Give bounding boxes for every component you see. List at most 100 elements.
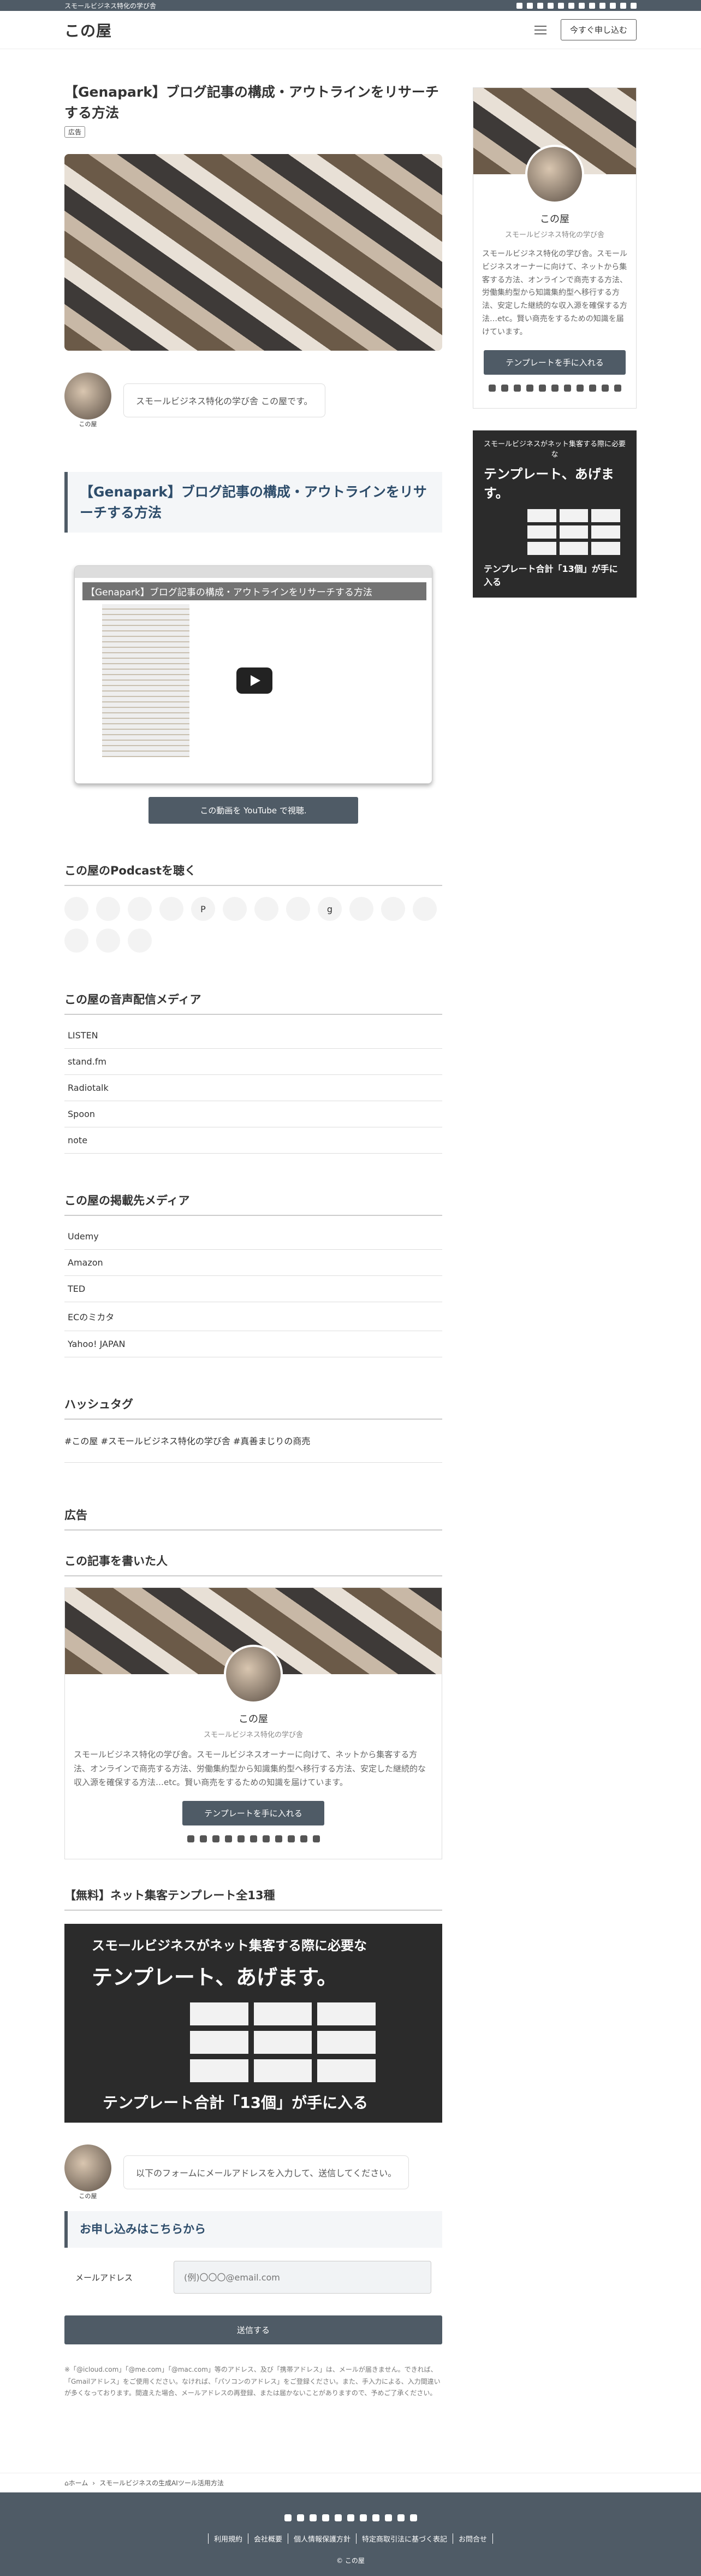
- get-template-button[interactable]: テンプレートを手に入れる: [182, 1800, 324, 1825]
- email-label: メールアドレス: [75, 2272, 133, 2283]
- watch-on-youtube-button[interactable]: この動画を YouTube で視聴.: [148, 797, 358, 824]
- overcast-icon[interactable]: [381, 897, 405, 921]
- instagram-icon[interactable]: [513, 384, 521, 392]
- facebook-icon[interactable]: [334, 2514, 342, 2521]
- facebook-icon[interactable]: [237, 1835, 245, 1842]
- instagram-icon[interactable]: [309, 2514, 317, 2521]
- hamburger-menu-icon[interactable]: [534, 25, 546, 34]
- feedly-icon[interactable]: [488, 384, 496, 392]
- spotify-icon[interactable]: [300, 1835, 307, 1842]
- hashtag-list[interactable]: #この屋 #スモールビジネス特化の学び舎 #真善まじりの商売: [64, 1434, 442, 1463]
- email-field[interactable]: [174, 2261, 431, 2294]
- feedly-icon[interactable]: [516, 2, 522, 9]
- x-icon[interactable]: [322, 2514, 329, 2521]
- iheartradio-icon[interactable]: [223, 897, 247, 921]
- video-title[interactable]: 【Genapark】ブログ記事の構成・アウトラインをリサーチする方法: [82, 582, 426, 600]
- instagram-icon[interactable]: [212, 1835, 219, 1842]
- spotify-icon[interactable]: [397, 2514, 405, 2521]
- spotify-icon[interactable]: [601, 384, 609, 392]
- rss-icon[interactable]: [128, 929, 152, 953]
- apple-podcasts-icon[interactable]: [64, 897, 88, 921]
- tiktok-icon[interactable]: [249, 1835, 257, 1842]
- feedly-icon[interactable]: [187, 1835, 194, 1842]
- note-icon[interactable]: [287, 1835, 295, 1842]
- podcast-icon[interactable]: [576, 384, 584, 392]
- breadcrumb-home[interactable]: ホーム: [69, 2478, 88, 2488]
- top-bar: スモールビジネス特化の学び舎: [0, 0, 701, 11]
- castro-icon[interactable]: [254, 897, 278, 921]
- goodpods-icon[interactable]: g: [318, 897, 342, 921]
- publish-media-list: Udemy Amazon TED ECのミカタ Yahoo! JAPAN: [64, 1224, 442, 1357]
- threads-icon[interactable]: [614, 384, 621, 392]
- pinterest-icon[interactable]: [563, 384, 571, 392]
- footer-link[interactable]: 会社概要: [247, 2533, 288, 2544]
- podbean-icon[interactable]: P: [191, 897, 215, 921]
- list-item[interactable]: Spoon: [64, 1101, 442, 1127]
- play-button-icon[interactable]: [236, 667, 272, 694]
- x-icon[interactable]: [526, 384, 533, 392]
- tiktok-icon[interactable]: [347, 2514, 354, 2521]
- pocket-casts-icon[interactable]: [286, 897, 310, 921]
- tiktok-icon[interactable]: [568, 2, 574, 9]
- search-icon[interactable]: [631, 2, 637, 9]
- list-item[interactable]: LISTEN: [64, 1023, 442, 1049]
- section-heading: 【Genapark】ブログ記事の構成・アウトラインをリサーチする方法: [64, 472, 442, 533]
- list-item[interactable]: TED: [64, 1276, 442, 1302]
- home-icon[interactable]: ⌂: [64, 2479, 69, 2487]
- x-icon[interactable]: [224, 1835, 232, 1842]
- list-item[interactable]: stand.fm: [64, 1049, 442, 1075]
- note-icon[interactable]: [589, 384, 596, 392]
- youtube-icon[interactable]: [527, 2, 533, 9]
- facebook-icon[interactable]: [538, 384, 546, 392]
- ad-heading: 広告: [64, 1506, 442, 1531]
- list-item[interactable]: Udemy: [64, 1224, 442, 1250]
- pinterest-icon[interactable]: [579, 2, 585, 9]
- podcast-icon[interactable]: [372, 2514, 379, 2521]
- youtube-embed[interactable]: 【Genapark】ブログ記事の構成・アウトラインをリサーチする方法: [74, 565, 432, 784]
- podcast-icon[interactable]: [275, 1835, 282, 1842]
- breadcrumb-current[interactable]: スモールビジネスの生成AIツール活用方法: [99, 2478, 224, 2488]
- amazon-music-icon[interactable]: [128, 897, 152, 921]
- footer-link[interactable]: 利用規約: [207, 2533, 248, 2544]
- apply-now-button[interactable]: 今すぐ申し込む: [560, 19, 637, 40]
- sidebar-template-banner[interactable]: スモールビジネスがネット集客する際に必要な テンプレート、あげます。 テンプレー…: [473, 430, 637, 598]
- podchaser-icon[interactable]: [64, 929, 88, 953]
- spotify-icon[interactable]: [610, 2, 616, 9]
- site-logo[interactable]: この屋: [64, 19, 112, 41]
- footer-link[interactable]: 個人情報保護方針: [287, 2533, 356, 2544]
- tiktok-icon[interactable]: [551, 384, 559, 392]
- threads-icon[interactable]: [409, 2514, 417, 2521]
- instagram-icon[interactable]: [537, 2, 543, 9]
- threads-icon[interactable]: [312, 1835, 320, 1842]
- template-banner[interactable]: スモールビジネスがネット集客する際に必要な テンプレート、あげます。 テンプレー…: [64, 1923, 442, 2123]
- pinterest-icon[interactable]: [262, 1835, 270, 1842]
- podcast-addict-icon[interactable]: [349, 897, 373, 921]
- youtube-music-icon[interactable]: [96, 929, 120, 953]
- youtube-icon[interactable]: [199, 1835, 207, 1842]
- facebook-icon[interactable]: [558, 2, 564, 9]
- list-item[interactable]: note: [64, 1127, 442, 1154]
- x-icon[interactable]: [548, 2, 554, 9]
- footer-link[interactable]: お問合せ: [453, 2533, 494, 2544]
- list-item[interactable]: Radiotalk: [64, 1075, 442, 1101]
- submit-button[interactable]: 送信する: [64, 2315, 442, 2344]
- site-tagline: スモールビジネス特化の学び舎: [64, 2, 157, 10]
- podcast-icon[interactable]: [589, 2, 595, 9]
- castbox-icon[interactable]: [159, 897, 183, 921]
- note-icon[interactable]: [384, 2514, 392, 2521]
- feedly-icon[interactable]: [284, 2514, 292, 2521]
- spotify-icon[interactable]: [96, 897, 120, 921]
- main-content: 【Genapark】ブログ記事の構成・アウトラインをリサーチする方法 広告 この…: [64, 82, 442, 2400]
- youtube-icon[interactable]: [296, 2514, 304, 2521]
- podcast-app-icon[interactable]: [413, 897, 437, 921]
- note-icon[interactable]: [599, 2, 605, 9]
- sidebar-description: スモールビジネス特化の学び舎。スモールビジネスオーナーに向けて、ネットから集客す…: [482, 250, 627, 336]
- list-item[interactable]: ECのミカタ: [64, 1302, 442, 1331]
- list-item[interactable]: Yahoo! JAPAN: [64, 1331, 442, 1357]
- list-item[interactable]: Amazon: [64, 1250, 442, 1276]
- footer-link[interactable]: 特定商取引法に基づく表記: [356, 2533, 453, 2544]
- sidebar-get-template-button[interactable]: テンプレートを手に入れる: [484, 350, 626, 375]
- pinterest-icon[interactable]: [359, 2514, 367, 2521]
- youtube-icon[interactable]: [501, 384, 508, 392]
- threads-icon[interactable]: [620, 2, 626, 9]
